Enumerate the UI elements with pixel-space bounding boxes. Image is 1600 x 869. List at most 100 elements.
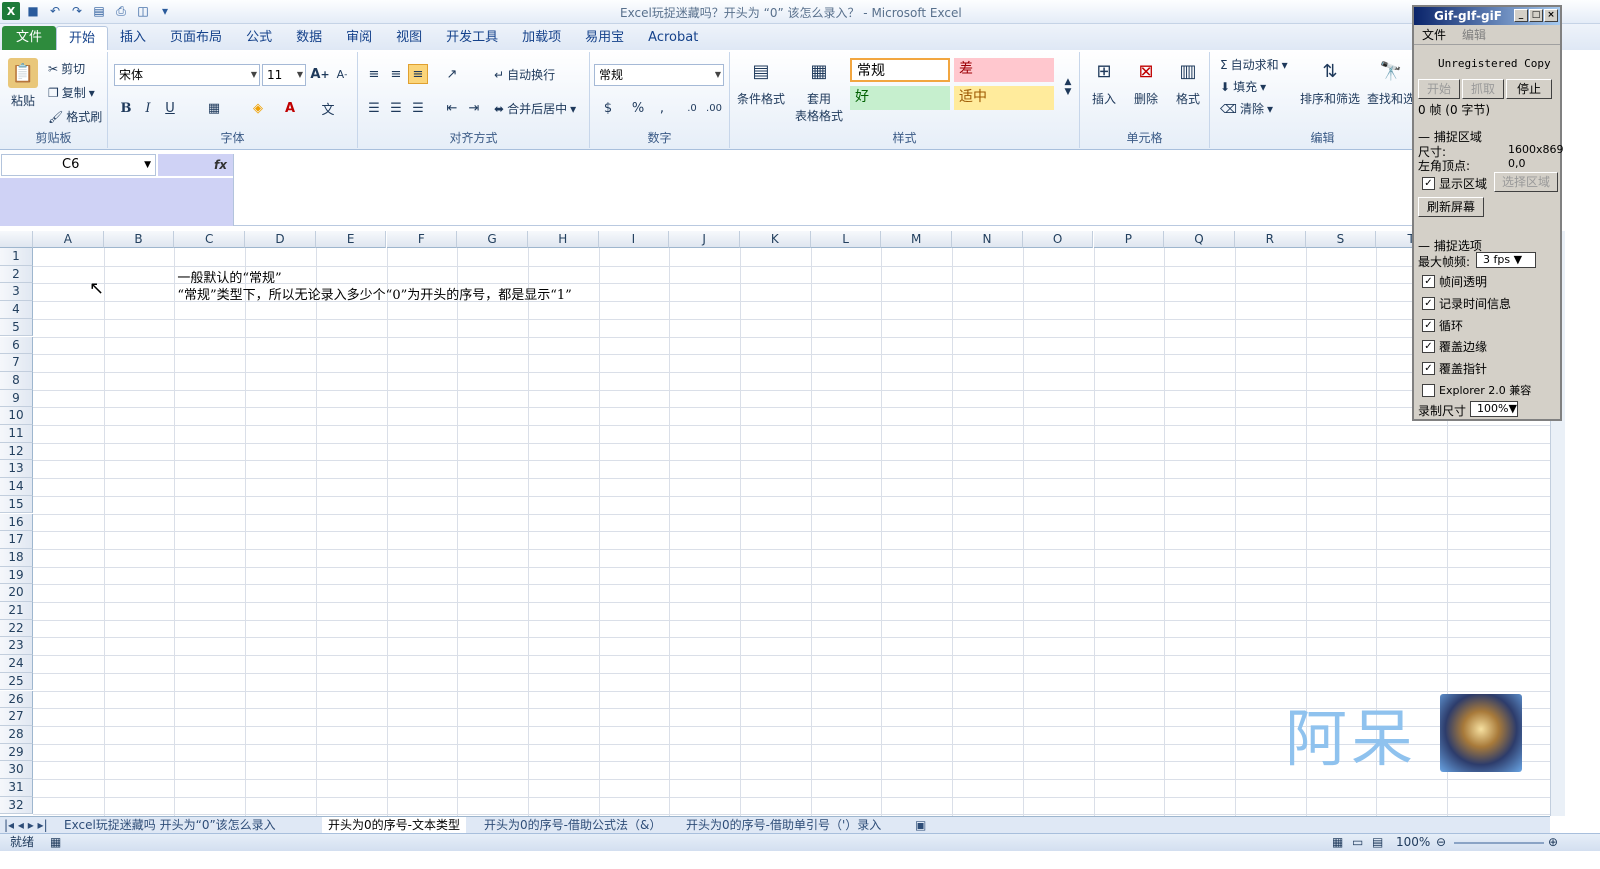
- gif-stop-button[interactable]: 停止: [1506, 79, 1552, 99]
- row-header[interactable]: 6: [0, 336, 33, 355]
- column-header[interactable]: B: [103, 231, 175, 248]
- column-header[interactable]: N: [952, 231, 1023, 248]
- italic-icon[interactable]: I: [138, 98, 158, 118]
- opt-cursor-checkbox[interactable]: ✓ 覆盖指针: [1422, 360, 1487, 377]
- fill-button[interactable]: ⬇ 填充 ▾: [1220, 78, 1266, 95]
- row-header[interactable]: 19: [0, 566, 33, 585]
- phonetic-icon[interactable]: 文: [318, 98, 338, 118]
- wrap-text-button[interactable]: ↵ 自动换行: [494, 66, 555, 83]
- row-header[interactable]: 12: [0, 442, 33, 461]
- insert-cells-button[interactable]: ⊞ 插入: [1084, 56, 1124, 107]
- opt-explorer-checkbox[interactable]: Explorer 2.0 兼容: [1422, 382, 1531, 398]
- column-header[interactable]: C: [174, 231, 246, 248]
- row-header[interactable]: 13: [0, 460, 33, 479]
- row-header[interactable]: 10: [0, 407, 33, 425]
- sort-filter-button[interactable]: ⇅ 排序和筛选: [1298, 56, 1362, 107]
- column-header[interactable]: A: [33, 231, 104, 248]
- style-normal[interactable]: 常规: [850, 58, 950, 82]
- gif-menu-file[interactable]: 文件: [1422, 25, 1446, 44]
- sheet-tab[interactable]: 开头为0的序号-借助单引号（'）录入: [686, 817, 881, 833]
- align-right-icon[interactable]: ☰: [408, 98, 428, 118]
- format-painter-button[interactable]: 🖌 格式刷: [48, 108, 102, 125]
- zoom-out-icon[interactable]: ⊖: [1436, 834, 1446, 851]
- align-center-icon[interactable]: ☰: [386, 98, 406, 118]
- cell-c3[interactable]: “常规”类型下，所以无论录入多少个“0”为开头的序号，都是显示“1”: [177, 284, 571, 303]
- tab-easy-tools[interactable]: 易用宝: [573, 26, 636, 50]
- align-left-icon[interactable]: ☰: [364, 98, 384, 118]
- column-header[interactable]: M: [881, 231, 953, 248]
- name-box[interactable]: C6 ▼: [1, 154, 156, 176]
- zoom-slider[interactable]: [1454, 842, 1544, 844]
- style-bad[interactable]: 差: [954, 58, 1054, 82]
- row-header[interactable]: 11: [0, 425, 33, 443]
- zoom-in-icon[interactable]: ⊕: [1548, 834, 1558, 851]
- sheet-tab-active[interactable]: 开头为0的序号-文本类型: [322, 817, 466, 833]
- number-format-select[interactable]: 常规 ▼: [594, 64, 724, 86]
- decrease-decimal-icon[interactable]: .00: [704, 98, 724, 118]
- format-as-table-button[interactable]: ▦ 套用 表格格式: [790, 56, 848, 124]
- tab-insert[interactable]: 插入: [108, 26, 158, 50]
- tab-home[interactable]: 开始: [56, 26, 109, 50]
- font-color-icon[interactable]: A: [280, 98, 300, 118]
- minimize-icon[interactable]: _: [1514, 9, 1528, 22]
- style-neutral[interactable]: 适中: [954, 86, 1054, 110]
- cut-button[interactable]: ✂ 剪切: [48, 60, 85, 77]
- align-middle-icon[interactable]: ≡: [386, 64, 406, 84]
- clear-button[interactable]: ⌫ 清除 ▾: [1220, 100, 1273, 117]
- column-header[interactable]: D: [245, 231, 316, 248]
- row-header[interactable]: 16: [0, 513, 33, 532]
- conditional-format-button[interactable]: ▤ 条件格式: [734, 56, 788, 107]
- column-header[interactable]: I: [598, 231, 670, 248]
- opt-transparent-checkbox[interactable]: ✓ 帧间透明: [1422, 273, 1487, 290]
- increase-indent-icon[interactable]: ⇥: [464, 98, 484, 118]
- print-preview-icon[interactable]: ▤: [90, 2, 108, 20]
- delete-cells-button[interactable]: ⊠ 删除: [1126, 56, 1166, 107]
- comma-icon[interactable]: ,: [652, 98, 672, 118]
- styles-scroll-icon[interactable]: ▲ ▼: [1058, 58, 1078, 116]
- column-header[interactable]: J: [669, 231, 740, 248]
- row-header[interactable]: 17: [0, 531, 33, 549]
- tab-developer[interactable]: 开发工具: [434, 26, 510, 50]
- row-header[interactable]: 18: [0, 548, 33, 567]
- row-header[interactable]: 29: [0, 743, 33, 762]
- align-bottom-icon[interactable]: ≡: [408, 64, 428, 84]
- row-header[interactable]: 23: [0, 637, 33, 656]
- sheet-tab[interactable]: Excel玩捉迷藏吗 开头为“0”该怎么录入: [64, 817, 276, 833]
- row-header[interactable]: 22: [0, 619, 33, 638]
- column-header[interactable]: G: [457, 231, 528, 248]
- row-header[interactable]: 7: [0, 354, 33, 372]
- column-header[interactable]: E: [315, 231, 387, 248]
- row-header[interactable]: 28: [0, 725, 33, 744]
- max-fps-select[interactable]: 3 fps ▼: [1476, 252, 1536, 268]
- row-header[interactable]: 30: [0, 761, 33, 779]
- tab-data[interactable]: 数据: [284, 26, 334, 50]
- autosum-button[interactable]: Σ 自动求和 ▾: [1220, 56, 1288, 73]
- tab-addins[interactable]: 加载项: [510, 26, 573, 50]
- zoom-level[interactable]: 100%: [1396, 834, 1430, 851]
- row-header[interactable]: 3: [0, 283, 33, 302]
- gif-start-button[interactable]: 开始: [1418, 79, 1460, 99]
- find-select-button[interactable]: 🔭 查找和选: [1364, 56, 1418, 107]
- tab-view[interactable]: 视图: [384, 26, 434, 50]
- column-header[interactable]: F: [386, 231, 458, 248]
- cell-c2[interactable]: 一般默认的“常规”: [177, 267, 281, 286]
- column-header[interactable]: Q: [1164, 231, 1235, 248]
- align-top-icon[interactable]: ≡: [364, 64, 384, 84]
- opt-time-checkbox[interactable]: ✓ 记录时间信息: [1422, 295, 1511, 312]
- border-icon[interactable]: ▦: [204, 98, 224, 118]
- shrink-font-icon[interactable]: A-: [332, 64, 352, 84]
- row-header[interactable]: 24: [0, 655, 33, 673]
- fill-color-icon[interactable]: ◈: [248, 98, 268, 118]
- page-layout-view-icon[interactable]: ▭: [1352, 834, 1363, 851]
- row-header[interactable]: 32: [0, 796, 33, 815]
- decrease-indent-icon[interactable]: ⇤: [442, 98, 462, 118]
- row-header[interactable]: 15: [0, 495, 33, 514]
- row-header[interactable]: 9: [0, 389, 33, 408]
- row-header[interactable]: 2: [0, 265, 33, 284]
- paste-button[interactable]: 📋 粘贴: [6, 58, 40, 109]
- tab-file[interactable]: 文件: [2, 26, 57, 50]
- select-area-button[interactable]: 选择区域: [1494, 172, 1558, 192]
- record-size-select[interactable]: 100%▼: [1470, 401, 1518, 417]
- row-header[interactable]: 27: [0, 708, 33, 726]
- orientation-icon[interactable]: ↗: [442, 64, 462, 84]
